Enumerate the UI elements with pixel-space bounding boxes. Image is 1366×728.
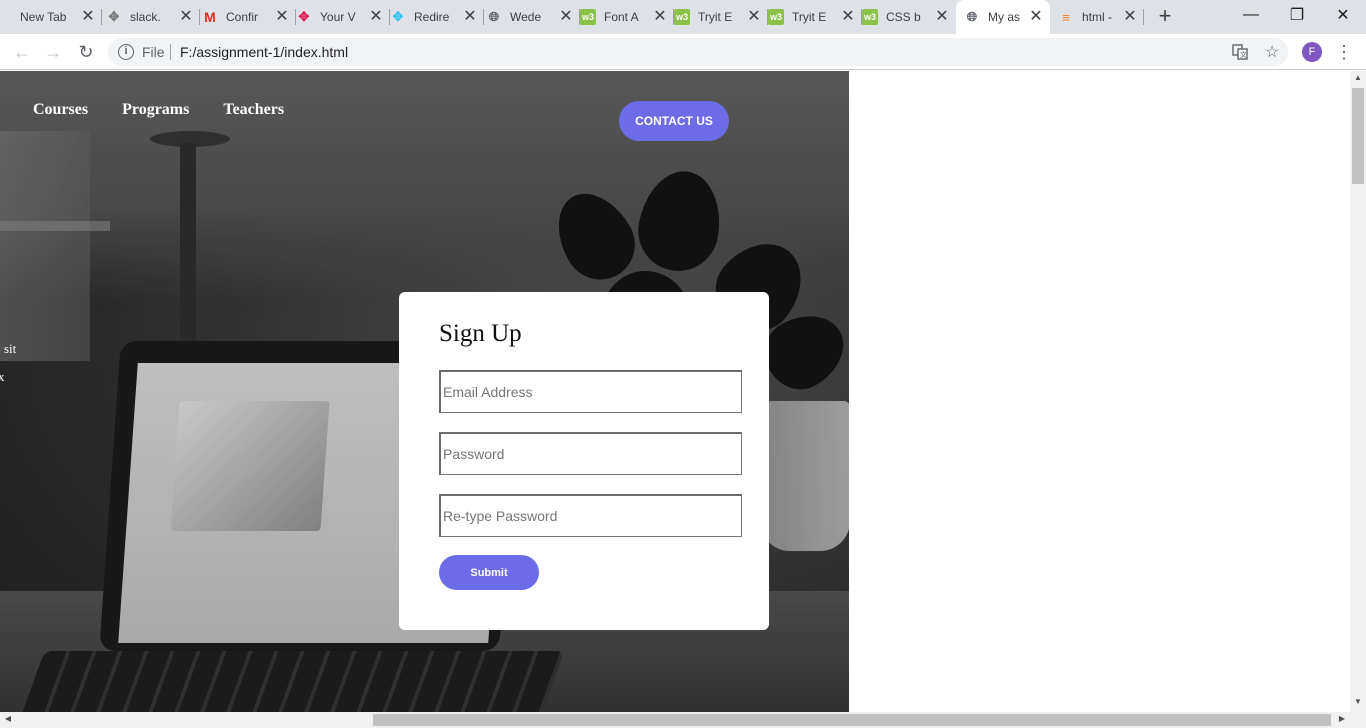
close-tab-icon[interactable]: ✕ bbox=[746, 9, 762, 25]
tab-slack-your[interactable]: ✥ Your V ✕ bbox=[296, 0, 390, 34]
clipped-hero-text: sit x bbox=[0, 335, 16, 391]
tab-slack[interactable]: ✥ slack. ✕ bbox=[106, 0, 200, 34]
horizontal-scroll-thumb[interactable] bbox=[373, 714, 1331, 726]
minimize-button[interactable]: — bbox=[1228, 0, 1274, 30]
scroll-up-icon[interactable]: ▲ bbox=[1352, 73, 1364, 85]
translate-icon[interactable]: 文 bbox=[1230, 42, 1250, 62]
tab-separator bbox=[101, 9, 102, 25]
address-bar[interactable]: i File F:/assignment-1/index.html 文 ☆ bbox=[108, 38, 1288, 66]
tab-title: CSS b bbox=[886, 10, 921, 24]
close-tab-icon[interactable]: ✕ bbox=[178, 9, 194, 25]
close-tab-icon[interactable]: ✕ bbox=[368, 9, 384, 25]
signup-title: Sign Up bbox=[439, 320, 522, 347]
close-window-button[interactable]: ✕ bbox=[1320, 0, 1366, 30]
slack-icon: ✥ bbox=[298, 9, 310, 24]
w3schools-icon: w3 bbox=[674, 9, 690, 25]
slack-icon: ✥ bbox=[108, 9, 120, 24]
hero-background: Courses Programs Teachers CONTACT US sit… bbox=[0, 71, 849, 712]
tab-title: My as bbox=[988, 10, 1021, 24]
vertical-scroll-thumb[interactable] bbox=[1352, 88, 1364, 184]
tab-title: Redire bbox=[414, 10, 450, 24]
w3schools-icon: w3 bbox=[768, 9, 784, 25]
tab-title: Tryit E bbox=[698, 10, 733, 24]
globe-icon: 🌐︎ bbox=[488, 9, 500, 24]
tab-title: html - bbox=[1082, 10, 1112, 24]
tab-title: Your V bbox=[320, 10, 356, 24]
tab-stackoverflow[interactable]: ≡ html - ✕ bbox=[1052, 0, 1144, 34]
close-tab-icon[interactable]: ✕ bbox=[462, 9, 478, 25]
clipped-text-line: sit bbox=[4, 341, 17, 356]
blank-icon bbox=[8, 9, 12, 25]
scroll-right-icon[interactable]: ▶ bbox=[1336, 714, 1348, 726]
reload-icon[interactable]: ↻ bbox=[74, 40, 98, 64]
close-tab-icon[interactable]: ✕ bbox=[274, 9, 290, 25]
stackoverflow-icon: ≡ bbox=[1062, 9, 1070, 25]
tab-strip: New Tab ✕ ✥ slack. ✕ M Confir ✕ ✥ Your V… bbox=[0, 0, 1366, 34]
tab-wede[interactable]: 🌐︎ Wede ✕ bbox=[486, 0, 580, 34]
scroll-down-icon[interactable]: ▼ bbox=[1352, 697, 1364, 709]
star-bookmark-icon[interactable]: ☆ bbox=[1262, 42, 1282, 62]
email-field[interactable]: Email Address bbox=[439, 370, 742, 413]
tab-title: Font A bbox=[604, 10, 639, 24]
svg-text:文: 文 bbox=[1240, 50, 1247, 59]
submit-button[interactable]: Submit bbox=[439, 555, 539, 590]
w3schools-icon: w3 bbox=[862, 9, 878, 25]
tab-new-tab[interactable]: New Tab ✕ bbox=[8, 0, 102, 34]
contact-us-button[interactable]: CONTACT US bbox=[619, 101, 729, 141]
close-tab-icon[interactable]: ✕ bbox=[558, 9, 574, 25]
close-tab-icon[interactable]: ✕ bbox=[1122, 9, 1138, 25]
globe-icon: 🌐︎ bbox=[966, 9, 978, 24]
close-tab-icon[interactable]: ✕ bbox=[652, 9, 668, 25]
tab-my-assignment[interactable]: 🌐︎ My as ✕ bbox=[956, 0, 1050, 34]
slack-icon: ✥ bbox=[392, 9, 404, 24]
omnibox-divider bbox=[170, 44, 171, 60]
maximize-button[interactable]: ❐ bbox=[1274, 0, 1320, 30]
tab-title: Wede bbox=[510, 10, 542, 24]
close-tab-icon[interactable]: ✕ bbox=[1028, 9, 1044, 25]
tab-title: New Tab bbox=[20, 10, 67, 24]
browser-toolbar: ← → ↻ i File F:/assignment-1/index.html … bbox=[0, 34, 1366, 70]
main-nav: Courses Programs Teachers bbox=[33, 101, 284, 119]
nav-link-programs[interactable]: Programs bbox=[122, 101, 189, 119]
tab-title: slack. bbox=[130, 10, 161, 24]
info-icon[interactable]: i bbox=[118, 44, 134, 60]
profile-avatar[interactable]: F bbox=[1302, 42, 1322, 62]
tab-css[interactable]: w3 CSS b ✕ bbox=[862, 0, 956, 34]
signup-card: Sign Up Email Address Password Re-type P… bbox=[399, 292, 769, 630]
nav-link-courses[interactable]: Courses bbox=[33, 101, 88, 119]
tab-separator bbox=[483, 9, 484, 25]
clipped-text-line: x bbox=[0, 369, 5, 384]
scheme-label: File bbox=[142, 44, 165, 60]
password-field[interactable]: Password bbox=[439, 432, 742, 475]
tab-title: Confir bbox=[226, 10, 259, 24]
close-tab-icon[interactable]: ✕ bbox=[80, 9, 96, 25]
nav-link-teachers[interactable]: Teachers bbox=[223, 101, 284, 119]
tab-separator bbox=[199, 9, 200, 25]
tab-gmail[interactable]: M Confir ✕ bbox=[202, 0, 296, 34]
tab-tryit-1[interactable]: w3 Tryit E ✕ bbox=[674, 0, 768, 34]
retype-password-field[interactable]: Re-type Password bbox=[439, 494, 742, 537]
tab-slack-redirect[interactable]: ✥ Redire ✕ bbox=[390, 0, 484, 34]
page-viewport: Courses Programs Teachers CONTACT US sit… bbox=[0, 71, 1350, 712]
tab-tryit-2[interactable]: w3 Tryit E ✕ bbox=[768, 0, 862, 34]
scroll-left-icon[interactable]: ◀ bbox=[2, 714, 14, 726]
gmail-icon: M bbox=[204, 9, 216, 25]
browser-menu-icon[interactable]: ⋮ bbox=[1334, 40, 1354, 64]
close-tab-icon[interactable]: ✕ bbox=[934, 9, 950, 25]
close-tab-icon[interactable]: ✕ bbox=[840, 9, 856, 25]
tab-font[interactable]: w3 Font A ✕ bbox=[580, 0, 674, 34]
url-text[interactable]: F:/assignment-1/index.html bbox=[180, 44, 348, 60]
tab-title: Tryit E bbox=[792, 10, 827, 24]
new-tab-button[interactable]: + bbox=[1153, 5, 1177, 29]
forward-arrow-icon[interactable]: → bbox=[41, 40, 65, 64]
tab-separator bbox=[1143, 9, 1144, 25]
back-arrow-icon[interactable]: ← bbox=[10, 40, 34, 64]
w3schools-icon: w3 bbox=[580, 9, 596, 25]
